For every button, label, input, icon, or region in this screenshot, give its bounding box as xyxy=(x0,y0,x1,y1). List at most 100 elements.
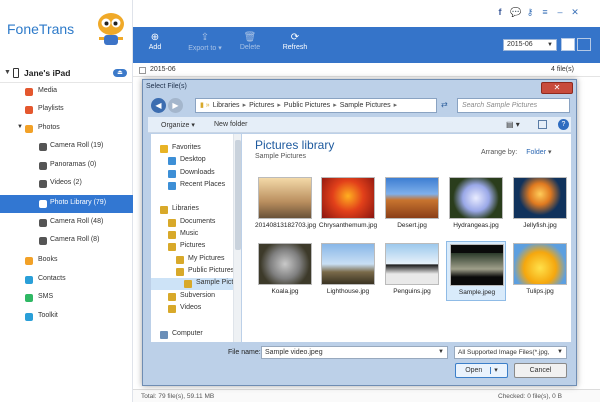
date-select[interactable]: 2015-06 ▼ xyxy=(503,39,557,51)
file-thumbnail[interactable]: Lighthouse.jpg xyxy=(318,241,378,301)
nav-item[interactable]: Panoramas (0) xyxy=(0,157,133,175)
minimize-icon[interactable]: – xyxy=(555,7,565,17)
filename-input[interactable]: Sample video.jpeg ▼ xyxy=(261,346,448,359)
file-thumbnail[interactable]: Tulips.jpg xyxy=(510,241,570,301)
tree-item[interactable]: Videos xyxy=(151,303,240,315)
breadcrumb-separator-icon[interactable]: ▸ xyxy=(394,102,398,109)
nav-item-label: Camera Roll (48) xyxy=(50,218,104,225)
tree-item[interactable]: Favorites xyxy=(151,143,240,155)
file-thumbnail[interactable]: Desert.jpg xyxy=(382,175,442,235)
tree-item[interactable]: Subversion xyxy=(151,291,240,303)
expand-arrow-icon[interactable]: ▼ xyxy=(17,124,23,130)
nav-item[interactable]: Videos (2) xyxy=(0,175,133,193)
folder-icon xyxy=(168,219,176,227)
nav-item[interactable]: Camera Roll (48) xyxy=(0,214,133,232)
nav-item[interactable]: Camera Roll (19) xyxy=(0,138,133,156)
breadcrumb-item[interactable]: Public Pictures xyxy=(284,102,330,109)
export-icon: ⇪ xyxy=(200,32,210,43)
breadcrumb-separator-icon[interactable]: ▸ xyxy=(243,102,247,109)
nav-item-icon xyxy=(39,180,47,188)
group-row[interactable]: 2015-06 4 file(s) xyxy=(133,64,600,77)
breadcrumb-separator-icon[interactable]: ▸ xyxy=(277,102,281,109)
tree-item[interactable]: Libraries xyxy=(151,204,240,216)
nav-item-label: Videos (2) xyxy=(50,179,82,186)
open-dropdown-icon[interactable]: ▾ xyxy=(490,367,498,374)
new-folder-button[interactable]: New folder xyxy=(214,121,247,128)
file-thumbnail[interactable]: 20140813182703.jpg xyxy=(255,175,316,235)
file-thumbnail[interactable]: Jellyfish.jpg xyxy=(510,175,570,235)
list-view-icon[interactable] xyxy=(577,38,591,51)
breadcrumb-item[interactable]: Libraries xyxy=(213,102,240,109)
mascot-icon xyxy=(98,13,124,45)
folder-icon xyxy=(168,182,176,190)
refresh-path-icon[interactable]: ⇄ xyxy=(441,100,448,109)
tree-item[interactable]: My Pictures xyxy=(151,254,240,266)
tree-item[interactable]: Documents xyxy=(151,217,240,229)
tree-item[interactable]: Sample Pictu xyxy=(151,278,240,290)
thumbnail-caption: Koala.jpg xyxy=(271,288,299,295)
file-thumbnail[interactable]: Sample.jpeg xyxy=(446,241,506,301)
device-row[interactable]: ▼ Jane's iPad ⏏ xyxy=(0,64,133,83)
thumbnail-image xyxy=(449,177,503,219)
folder-icon xyxy=(184,280,192,288)
breadcrumb-separator-icon[interactable]: ▸ xyxy=(333,102,337,109)
tree-item[interactable]: Pictures xyxy=(151,241,240,253)
refresh-button[interactable]: ⟳ Refresh xyxy=(275,31,315,51)
breadcrumb-item[interactable]: Sample Pictures xyxy=(340,102,391,109)
nav-item[interactable]: Books xyxy=(0,252,133,270)
file-thumbnail[interactable]: Chrysanthemum.jpg xyxy=(318,175,378,235)
close-icon[interactable]: ✕ xyxy=(570,7,580,17)
chat-icon[interactable]: 💬 xyxy=(510,7,521,17)
back-icon[interactable]: ◀ xyxy=(151,98,166,113)
preview-pane-icon[interactable] xyxy=(538,120,547,129)
add-button[interactable]: ⊕ Add xyxy=(135,31,175,51)
grid-view-icon[interactable] xyxy=(561,38,575,51)
delete-button[interactable]: 🗑 Delete xyxy=(230,31,270,51)
nav-item[interactable]: Camera Roll (8) xyxy=(0,232,133,250)
help-icon[interactable]: ? xyxy=(558,119,569,130)
tree-item-label: Libraries xyxy=(172,205,199,212)
tree-item[interactable]: Computer xyxy=(151,329,240,341)
filename-label: File name: xyxy=(228,349,261,356)
search-input[interactable]: Search Sample Pictures xyxy=(457,98,570,113)
forward-icon[interactable]: ▶ xyxy=(168,98,183,113)
tree-item[interactable]: Downloads xyxy=(151,168,240,180)
trash-icon: 🗑 xyxy=(243,32,257,43)
nav-item[interactable]: Media xyxy=(0,83,133,101)
nav-item[interactable]: Playlists xyxy=(0,101,133,119)
scrollbar-thumb[interactable] xyxy=(235,140,241,250)
thumbnail-image xyxy=(258,243,312,285)
view-options-icon[interactable]: ▤ ▾ xyxy=(506,120,520,129)
eject-icon[interactable]: ⏏ xyxy=(113,69,127,77)
key-icon[interactable]: ⚷ xyxy=(525,7,535,17)
file-type-select[interactable]: All Supported Image Files(*.jpg, ▼ xyxy=(454,346,567,359)
facebook-icon[interactable]: f xyxy=(495,7,505,17)
arrange-by[interactable]: Arrange by: Folder ▾ xyxy=(481,148,552,156)
nav-item[interactable]: Contacts xyxy=(0,271,133,289)
tree-item[interactable]: Recent Places xyxy=(151,180,240,192)
open-button[interactable]: Open ▾ xyxy=(455,363,508,378)
ipad-icon xyxy=(13,68,19,78)
cancel-button[interactable]: Cancel xyxy=(514,363,567,378)
address-bar[interactable]: ▮ » Libraries ▸ Pictures ▸ Public Pictures ▸ Sa… xyxy=(195,98,437,113)
tree-scrollbar[interactable] xyxy=(233,134,241,342)
file-thumbnail[interactable]: Hydrangeas.jpg xyxy=(446,175,506,235)
nav-buttons: ◀ ▶ xyxy=(151,98,191,114)
nav-item[interactable]: ▼ Photos xyxy=(0,120,133,138)
breadcrumb-item[interactable]: Pictures xyxy=(249,102,274,109)
file-thumbnail[interactable]: Koala.jpg xyxy=(255,241,315,301)
file-thumbnail[interactable]: Penguins.jpg xyxy=(382,241,442,301)
dialog-close-button[interactable]: ✕ xyxy=(541,82,573,94)
tree-item[interactable]: Music xyxy=(151,229,240,241)
nav-item[interactable]: Toolkit xyxy=(0,308,133,326)
thumbnail-image xyxy=(385,177,439,219)
group-checkbox[interactable] xyxy=(139,67,146,74)
menu-icon[interactable]: ≡ xyxy=(540,7,550,17)
export-button[interactable]: ⇪ Export to ▾ xyxy=(180,31,230,52)
collapse-arrow-icon[interactable]: ▼ xyxy=(4,69,11,76)
tree-item[interactable]: Public Pictures xyxy=(151,266,240,278)
nav-item[interactable]: SMS xyxy=(0,289,133,307)
organize-button[interactable]: Organize ▾ xyxy=(161,121,195,129)
nav-item[interactable]: Photo Library (79) xyxy=(0,195,133,213)
tree-item[interactable]: Desktop xyxy=(151,155,240,167)
